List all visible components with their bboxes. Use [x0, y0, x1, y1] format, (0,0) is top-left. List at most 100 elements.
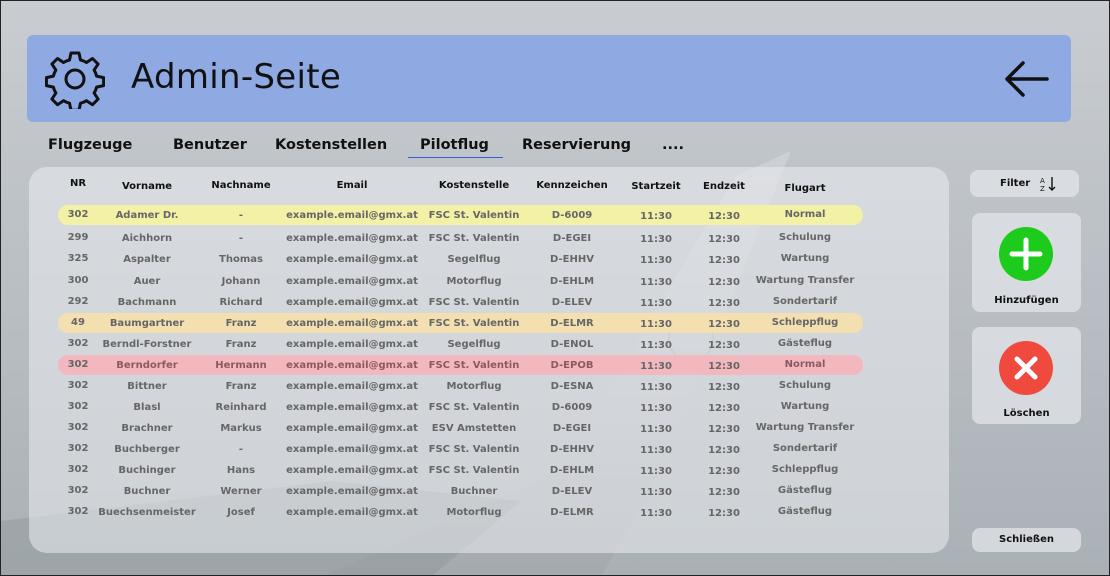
col-kostenstelle-cell: FSC St. Valentin — [428, 233, 520, 244]
arrow-left-icon[interactable] — [1003, 59, 1049, 99]
col-nachname-header[interactable]: Nachname — [201, 180, 281, 191]
col-endzeit-cell: 12:30 — [708, 403, 740, 414]
sort-az-icon: A Z — [1040, 177, 1056, 193]
col-endzeit-cell: 12:30 — [708, 361, 740, 372]
col-email-cell: example.email@gmx.at — [286, 444, 418, 455]
tab-reservierung[interactable]: Reservierung — [522, 137, 631, 153]
col-flugart-cell: Wartung Transfer — [755, 422, 855, 433]
col-flugart-cell: Sondertarif — [772, 443, 838, 454]
col-vorname-cell: Buchner — [123, 486, 171, 497]
col-endzeit-cell: 12:30 — [708, 487, 740, 498]
col-email-cell: example.email@gmx.at — [286, 318, 418, 329]
col-kostenstelle-cell: FSC St. Valentin — [428, 444, 520, 455]
col-endzeit-header[interactable]: Endzeit — [694, 181, 754, 192]
col-kennzeichen-cell: D-EGEI — [552, 423, 592, 434]
col-nachname-cell: - — [238, 210, 244, 221]
col-kostenstelle-cell: FSC St. Valentin — [428, 210, 520, 221]
col-flugart-cell: Schleppflug — [771, 317, 839, 328]
col-email-cell: example.email@gmx.at — [286, 423, 418, 434]
col-kennzeichen-cell: D-EHHV — [550, 254, 594, 265]
col-kostenstelle-cell: FSC St. Valentin — [428, 297, 520, 308]
col-kostenstelle-cell: Buchner — [450, 486, 498, 497]
col-nachname-cell: Hans — [226, 465, 256, 476]
col-nachname-cell: Richard — [219, 297, 263, 308]
col-startzeit-cell: 11:30 — [640, 319, 672, 330]
tab-kostenstellen[interactable]: Kostenstellen — [275, 137, 387, 153]
col-nachname-cell: Markus — [220, 423, 262, 434]
delete-label: Löschen — [1003, 408, 1050, 419]
col-startzeit-cell: 11:30 — [640, 508, 672, 519]
col-kostenstelle-header[interactable]: Kostenstelle — [419, 180, 529, 191]
svg-text:Z: Z — [1040, 185, 1045, 193]
col-kostenstelle-cell: ESV Amstetten — [431, 423, 517, 434]
col-vorname-cell: Aichhorn — [121, 233, 173, 244]
col-flugart-cell: Gästeflug — [777, 506, 833, 517]
filter-label: Filter — [1000, 178, 1031, 189]
close-button[interactable]: Schließen — [972, 528, 1081, 552]
tab-pilotflug[interactable]: Pilotflug — [408, 137, 503, 158]
col-startzeit-cell: 11:30 — [640, 277, 672, 288]
col-kostenstelle-cell: Motorflug — [446, 276, 502, 287]
col-email-cell: example.email@gmx.at — [286, 210, 418, 221]
add-label: Hinzufügen — [994, 295, 1059, 306]
col-vorname-header[interactable]: Vorname — [92, 181, 202, 192]
col-email-header[interactable]: Email — [282, 180, 422, 191]
col-startzeit-cell: 11:30 — [640, 424, 672, 435]
col-flugart-cell: Schleppflug — [771, 464, 839, 475]
tab-bar: Flugzeuge Benutzer Kostenstellen Pilotfl… — [27, 137, 727, 165]
col-startzeit-cell: 11:30 — [640, 340, 672, 351]
col-startzeit-cell: 11:30 — [640, 466, 672, 477]
header-bar: Admin-Seite — [27, 35, 1071, 122]
col-vorname-cell: Bittner — [127, 381, 167, 392]
col-flugart-cell: Wartung — [780, 401, 830, 412]
col-kennzeichen-header[interactable]: Kennzeichen — [527, 180, 617, 191]
col-nachname-cell: Johann — [221, 276, 261, 287]
col-startzeit-cell: 11:30 — [640, 487, 672, 498]
col-email-cell: example.email@gmx.at — [286, 507, 418, 518]
col-flugart-cell: Normal — [784, 209, 826, 220]
col-kennzeichen-cell: D-EPOB — [550, 360, 594, 371]
col-endzeit-cell: 12:30 — [708, 319, 740, 330]
col-kostenstelle-cell: Segelflug — [447, 339, 501, 350]
col-endzeit-cell: 12:30 — [708, 340, 740, 351]
filter-button[interactable]: Filter A Z — [970, 170, 1079, 197]
col-endzeit-cell: 12:30 — [708, 508, 740, 519]
col-nachname-cell: Hermann — [215, 360, 267, 371]
col-kostenstelle-cell: FSC St. Valentin — [428, 402, 520, 413]
col-kennzeichen-cell: D-6009 — [551, 402, 593, 413]
col-vorname-cell: Auer — [133, 276, 161, 287]
close-label: Schließen — [999, 534, 1054, 545]
tab-more[interactable]: .... — [662, 137, 684, 153]
tab-benutzer[interactable]: Benutzer — [173, 137, 247, 153]
delete-button[interactable]: Löschen — [972, 327, 1081, 424]
col-flugart-cell: Schulung — [778, 380, 832, 391]
col-vorname-cell: Baumgartner — [109, 318, 185, 329]
tab-flugzeuge[interactable]: Flugzeuge — [48, 137, 132, 153]
col-email-cell: example.email@gmx.at — [286, 254, 418, 265]
col-email-cell: example.email@gmx.at — [286, 360, 418, 371]
x-icon — [1014, 356, 1038, 380]
col-vorname-cell: Berndorfer — [116, 360, 178, 371]
col-email-cell: example.email@gmx.at — [286, 297, 418, 308]
col-vorname-cell: Buchberger — [114, 444, 180, 455]
col-endzeit-cell: 12:30 — [708, 466, 740, 477]
svg-text:A: A — [1040, 177, 1045, 185]
col-vorname-cell: Buechsenmeister — [98, 507, 196, 518]
col-vorname-cell: Berndl-Forstner — [102, 339, 192, 350]
col-vorname-cell: Aspalter — [123, 254, 171, 265]
col-flugart-cell: Normal — [784, 359, 826, 370]
col-startzeit-header[interactable]: Startzeit — [626, 181, 686, 192]
col-kennzeichen-cell: D-ENOL — [550, 339, 594, 350]
col-kennzeichen-cell: D-ELMR — [550, 318, 594, 329]
col-vorname-cell: Brachner — [121, 423, 173, 434]
col-kennzeichen-cell: D-EHHV — [550, 444, 594, 455]
col-startzeit-cell: 11:30 — [640, 211, 672, 222]
col-nachname-cell: - — [238, 233, 244, 244]
col-kostenstelle-cell: Motorflug — [446, 381, 502, 392]
add-button[interactable]: Hinzufügen — [972, 213, 1081, 312]
col-flugart-cell: Schulung — [778, 232, 832, 243]
col-nachname-cell: Werner — [220, 486, 262, 497]
col-startzeit-cell: 11:30 — [640, 298, 672, 309]
col-flugart-header[interactable]: Flugart — [750, 183, 860, 194]
gear-icon[interactable] — [45, 49, 105, 109]
